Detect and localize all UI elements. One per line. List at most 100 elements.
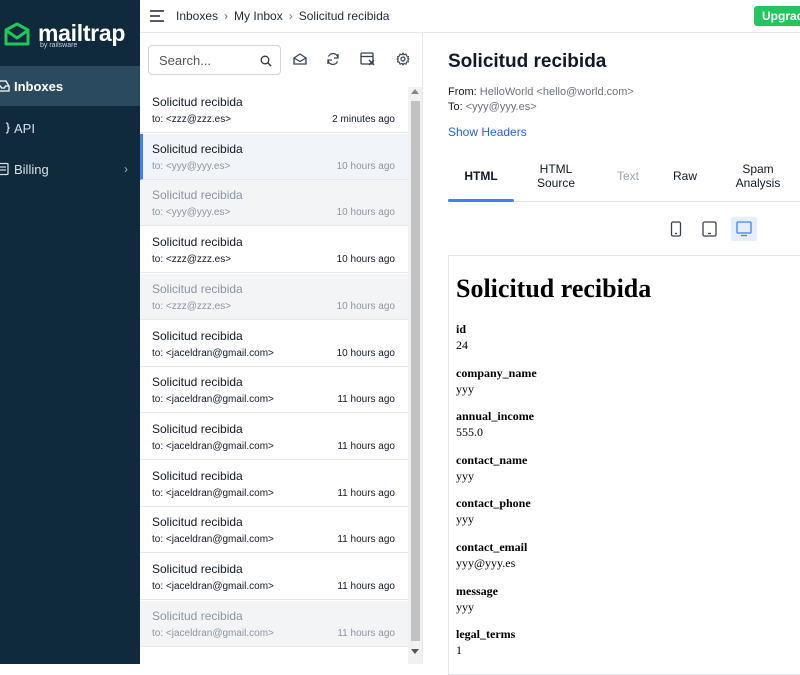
preview-field-key: legal_terms xyxy=(456,627,516,642)
tab-label: Spam Analysis xyxy=(735,162,781,190)
search-icon[interactable] xyxy=(260,54,272,72)
message-recipient: to: <jaceldran@gmail.com> xyxy=(152,440,274,452)
preview-field-value: yyy xyxy=(456,599,474,614)
tab-html-source[interactable]: HTML Source xyxy=(526,151,586,201)
message-recipient: to: <jaceldran@gmail.com> xyxy=(152,347,274,359)
message-recipient: to: <jaceldran@gmail.com> xyxy=(152,534,274,546)
message-recipient: to: <yyy@yyy.es> xyxy=(152,160,231,172)
preview-field: contact_name yyy xyxy=(456,453,527,484)
preview-field-key: annual_income xyxy=(456,409,535,424)
message-time: 11 hours ago xyxy=(337,627,395,639)
scroll-up-arrow-icon[interactable] xyxy=(411,89,419,94)
mailtrap-logo[interactable]: mailtrap by railsware xyxy=(0,20,125,50)
tab-label: HTML Source xyxy=(536,162,576,190)
active-tab-indicator xyxy=(448,199,514,202)
message-recipient: to: <jaceldran@gmail.com> xyxy=(152,581,274,592)
sidebar-item-inboxes[interactable]: Inboxes xyxy=(0,66,140,106)
message-list-item[interactable]: Solicitud recibida to: <zzz@zzz.es> 10 hou… xyxy=(140,227,408,274)
message-subject: Solicitud recibida xyxy=(152,375,243,390)
sidebar-item-label: API xyxy=(14,120,35,136)
search-input[interactable] xyxy=(157,51,261,69)
mailtrap-logo-icon xyxy=(4,22,30,46)
from-label: From: xyxy=(448,86,477,98)
message-subject: Solicitud recibida xyxy=(152,328,243,343)
message-recipient: to: <jaceldran@gmail.com> xyxy=(152,394,274,406)
preview-field: legal_terms 1 xyxy=(456,627,515,658)
preview-field-key: id xyxy=(456,322,467,336)
message-list-item[interactable]: Solicitud recibida to: <zzz@zzz.es> 2 minu… xyxy=(140,87,408,133)
menu-icon[interactable] xyxy=(150,9,164,27)
message-list-item[interactable]: Solicitud recibida to: <jaceldran@gmail.c… xyxy=(140,320,408,367)
preview-field: contact_phone yyy xyxy=(456,496,531,527)
message-time: 10 hours ago xyxy=(336,207,395,219)
message-list: Solicitud recibida to: <zzz@zzz.es> 2 minu… xyxy=(140,87,408,664)
email-html-preview: Solicitud recibida id 24 company_nameyyy an… xyxy=(448,255,800,675)
api-icon xyxy=(0,121,10,135)
preview-field-key: company_name xyxy=(456,365,537,380)
mobile-view-icon[interactable] xyxy=(665,217,687,241)
tab-raw[interactable]: Raw xyxy=(662,151,708,201)
tab-label: HTML xyxy=(464,169,498,183)
message-recipient: to: <zzz@zzz.es> xyxy=(152,254,232,266)
tab-html[interactable]: HTML xyxy=(448,151,514,202)
scrollbar-thumb[interactable] xyxy=(411,101,420,641)
upgrade-button[interactable]: Upgrade xyxy=(754,6,800,26)
preview-field-value: 24 xyxy=(456,338,468,352)
search-box xyxy=(148,45,281,75)
message-list-scrollbar[interactable] xyxy=(408,87,422,664)
message-title: Solicitud recibida xyxy=(448,51,607,72)
preview-field-key: message xyxy=(456,583,498,598)
from-value: HelloWorld <hello@world.com> xyxy=(479,86,634,98)
message-list-item[interactable]: Solicitud recibida to: <yyy@yyy.es> 10 hou… xyxy=(140,180,408,227)
tablet-view-icon[interactable] xyxy=(698,217,720,241)
breadcrumb-my-inbox[interactable]: My Inbox xyxy=(234,9,283,23)
preview-field: contact_email yyy@yyy.es xyxy=(456,540,527,571)
message-time: 10 hours ago xyxy=(336,347,395,359)
preview-field: id 24 xyxy=(456,322,468,353)
message-time: 11 hours ago xyxy=(337,581,395,592)
message-list-item[interactable]: Solicitud recibida to: <jaceldran@gmail.c… xyxy=(140,367,408,414)
sidebar-item-label: Inboxes xyxy=(14,78,64,94)
sidebar-item-api[interactable]: API xyxy=(0,108,140,148)
message-list-item[interactable]: Solicitud recibida to: <jaceldran@gmail.c… xyxy=(140,600,408,647)
message-recipient: to: <jaceldran@gmail.com> xyxy=(152,627,274,639)
tab-spam-analysis[interactable]: Spam Analysis xyxy=(726,151,790,201)
message-list-item[interactable]: Solicitud recibida to: <jaceldran@gmail.c… xyxy=(140,460,408,507)
list-toolbar xyxy=(140,33,422,88)
message-subject: Solicitud recibida xyxy=(152,468,243,483)
message-list-item[interactable]: Solicitud recibida to: <jaceldran@gmail.c… xyxy=(140,413,408,460)
breadcrumb-inboxes[interactable]: Inboxes xyxy=(176,9,218,23)
message-subject: Solicitud recibida xyxy=(152,281,243,296)
message-subject: Solicitud recibida xyxy=(152,421,243,436)
chevron-right-icon: › xyxy=(124,162,128,176)
preview-field: annual_income 555.0 xyxy=(456,409,534,440)
message-list-item[interactable]: Solicitud recibida to: <zzz@zzz.es> 10 hou… xyxy=(140,273,408,320)
mark-read-icon[interactable] xyxy=(292,52,308,71)
preview-field-key: contact_phone xyxy=(456,496,531,511)
settings-gear-icon[interactable] xyxy=(396,52,410,71)
message-time: 11 hours ago xyxy=(337,487,395,499)
refresh-icon[interactable] xyxy=(326,52,340,71)
message-subject: Solicitud recibida xyxy=(152,188,243,203)
preview-field-key: contact_email xyxy=(456,540,528,554)
preview-field: message yyy xyxy=(456,584,498,615)
message-list-item[interactable]: Solicitud recibida to: <yyy@yyy.es> 10 hou… xyxy=(140,133,408,180)
sidebar-item-billing[interactable]: Billing › xyxy=(0,149,140,189)
message-subject: Solicitud recibida xyxy=(152,95,243,109)
clear-inbox-icon[interactable] xyxy=(360,52,376,71)
preview-heading: Solicitud recibida xyxy=(456,274,652,303)
view-tabs: HTML HTML Source Text Raw Spam Analysis xyxy=(448,151,800,202)
sidebar-item-label: Billing xyxy=(14,161,49,177)
top-bar: Inboxes › My Inbox › Solicitud recibida Upgr… xyxy=(140,0,800,33)
tab-label: Raw xyxy=(672,169,697,183)
message-list-item[interactable]: Solicitud recibida to: <jaceldran@gmail.c… xyxy=(140,507,408,554)
message-list-item[interactable]: Solicitud recibida to: <jaceldran@gmail.c… xyxy=(140,554,408,600)
tab-label: Text xyxy=(616,169,639,183)
scroll-down-arrow-icon[interactable] xyxy=(411,649,419,654)
show-headers-link[interactable]: Show Headers xyxy=(448,125,527,139)
message-subject: Solicitud recibida xyxy=(152,235,243,250)
message-time: 2 minutes ago xyxy=(332,114,395,125)
desktop-view-icon[interactable] xyxy=(731,217,757,241)
message-subject: Solicitud recibida xyxy=(152,515,243,530)
tab-text[interactable]: Text xyxy=(606,151,650,201)
